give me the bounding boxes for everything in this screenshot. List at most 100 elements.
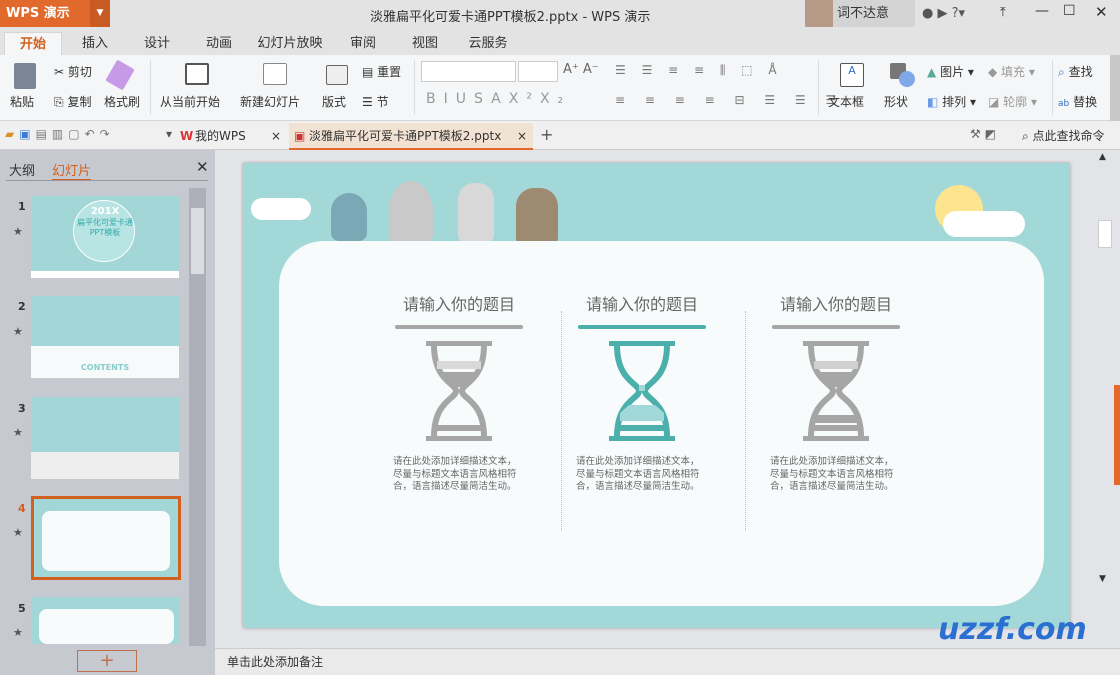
app-menu-button[interactable]: WPS 演示 ▼ <box>0 0 110 27</box>
picture-button[interactable]: ▲ 图片 ▾ <box>927 63 974 80</box>
hourglass-icon <box>609 340 675 442</box>
slide-thumbnail-1[interactable]: 201X 扁平化可爱卡通PPT模板 <box>31 196 179 278</box>
tab-slideshow[interactable]: 幻灯片放映 <box>250 32 330 55</box>
tab-slides[interactable]: 幻灯片 <box>52 160 92 181</box>
font-size-buttons[interactable]: A⁺ A⁻ <box>563 62 599 77</box>
tab-outline[interactable]: 大纲 <box>9 160 35 179</box>
close-panel-icon[interactable]: ✕ <box>196 158 209 176</box>
outline-button[interactable]: ◪ 轮廓 ▾ <box>988 93 1037 110</box>
toolbar-icons[interactable]: ⚒ ◩ <box>970 127 996 141</box>
slides-panel: 大纲 幻灯片 ✕ 1 ★ 201X 扁平化可爱卡通PPT模板 2 ★ CONTENT… <box>0 150 215 675</box>
command-search[interactable]: ⌕ 点此查找命令 <box>1022 127 1105 144</box>
ribbon-scroll-right[interactable] <box>1110 55 1120 121</box>
menu-tabs: 开始 插入 设计 动画 幻灯片放映 审阅 视图 云服务 <box>0 28 1120 55</box>
font-name-select[interactable] <box>421 61 516 82</box>
new-slide-icon[interactable] <box>263 63 287 85</box>
add-slide-button[interactable]: + <box>77 650 137 672</box>
watermark-logo: uzzf.com <box>938 612 1087 647</box>
doc-tab-mywps[interactable]: W 我的WPS × <box>175 123 287 150</box>
user-name[interactable]: 词不达意 <box>833 0 915 27</box>
slide-canvas[interactable]: 请输入你的题目 请在此处添加详细描述文本，尽量与标题文本语言风格相符合，语言描述… <box>243 163 1070 628</box>
tab-review[interactable]: 审阅 <box>338 32 388 55</box>
list-buttons[interactable]: ☰ ☰ ≡ ≡ ⫼ ⬚ Å <box>615 63 783 78</box>
close-tab-icon: × <box>516 129 527 143</box>
arrange-button[interactable]: ◧ 排列 ▾ <box>927 93 976 110</box>
column-title[interactable]: 请输入你的题目 <box>364 291 554 315</box>
section-button[interactable]: ☰ 节 <box>362 93 389 110</box>
circle-icon <box>899 71 915 87</box>
content-card: 请输入你的题目 请在此处添加详细描述文本，尽量与标题文本语言风格相符合，语言描述… <box>279 241 1044 606</box>
scissors-icon: ✂ <box>54 65 65 79</box>
scroll-thumb[interactable] <box>1098 220 1112 248</box>
customize-icon[interactable]: ▾ <box>166 127 172 141</box>
brush-icon[interactable] <box>105 59 135 91</box>
slide-thumbnail-4-selected[interactable] <box>31 496 181 580</box>
fill-button[interactable]: ◆ 填充 ▾ <box>988 63 1035 80</box>
layout-button[interactable]: 版式 <box>322 93 346 110</box>
minimize-button[interactable]: — <box>1035 3 1049 19</box>
close-tab-icon: × <box>270 129 281 143</box>
tab-design[interactable]: 设计 <box>132 32 182 55</box>
column-description[interactable]: 请在此处添加详细描述文本，尽量与标题文本语言风格相符合，语言描述尽量简洁生动。 <box>393 456 525 494</box>
ppt-file-icon: ▣ <box>294 129 306 143</box>
scroll-up-icon: ▲ <box>1099 152 1106 162</box>
column-title[interactable]: 请输入你的题目 <box>547 291 737 315</box>
slide-thumbnail-3[interactable] <box>31 397 179 479</box>
maximize-button[interactable]: ☐ <box>1063 3 1076 19</box>
cut-button[interactable]: ✂ 剪切 <box>54 63 92 80</box>
scroll-down-icon: ▼ <box>1099 574 1106 584</box>
slide-thumbnail-2[interactable]: CONTENTS <box>31 296 179 378</box>
textbox-icon[interactable]: A <box>840 63 864 87</box>
font-style-buttons[interactable]: BIUSAX²X₂ <box>426 91 571 107</box>
chevron-down-icon[interactable]: ▼ <box>90 0 110 27</box>
replace-button[interactable]: ab 替换 <box>1058 93 1097 110</box>
quick-access-toolbar[interactable]: ▰▣▤▥▢↶↷ <box>5 127 115 141</box>
tab-insert[interactable]: 插入 <box>70 32 120 55</box>
column-description[interactable]: 请在此处添加详细描述文本，尽量与标题文本语言风格相符合，语言描述尽量简洁生动。 <box>770 456 902 494</box>
tab-view[interactable]: 视图 <box>400 32 450 55</box>
title-underline <box>578 325 706 329</box>
reset-button[interactable]: ▤ 重置 <box>362 63 401 80</box>
from-current-button[interactable]: 从当前开始 <box>160 93 220 110</box>
paste-icon[interactable] <box>14 63 36 89</box>
format-painter-button[interactable]: 格式刷 <box>104 93 140 110</box>
tab-home[interactable]: 开始 <box>4 32 62 55</box>
title-underline <box>772 325 900 329</box>
column-3: 请输入你的题目 请在此处添加详细描述文本，尽量与标题文本语言风格相符合，语言描述… <box>741 241 931 494</box>
cloud-right <box>943 211 1025 237</box>
new-tab-button[interactable]: + <box>540 125 553 144</box>
title-bar: WPS 演示 ▼ 淡雅扁平化可爱卡通PPT模板2.pptx - WPS 演示 词不… <box>0 0 1120 28</box>
column-description[interactable]: 请在此处添加详细描述文本，尽量与标题文本语言风格相符合，语言描述尽量简洁生动。 <box>576 456 708 494</box>
vertical-scrollbar[interactable]: ▲ ▼ <box>1096 150 1114 630</box>
textbox-button[interactable]: 文本框 <box>828 93 864 110</box>
help-icons[interactable]: ● ▶ ?▾ <box>922 6 965 21</box>
hourglass-icon <box>803 340 869 442</box>
panel-scrollbar[interactable] <box>189 188 206 646</box>
close-button[interactable]: ✕ <box>1095 3 1108 21</box>
ribbon: 粘贴 ✂ 剪切 ⎘ 复制 格式刷 从当前开始 新建幻灯片 版式 ▤ 重置 ☰ 节… <box>0 55 1120 121</box>
slide-thumbnail-5[interactable] <box>31 597 179 644</box>
document-tab-bar: ▰▣▤▥▢↶↷ ▾ W 我的WPS × ▣ 淡雅扁平化可爱卡通PPT模板2.pptx ×… <box>0 121 1120 150</box>
font-size-select[interactable] <box>518 61 558 82</box>
doc-tab-current[interactable]: ▣ 淡雅扁平化可爱卡通PPT模板2.pptx × <box>289 123 533 150</box>
tab-animation[interactable]: 动画 <box>194 32 244 55</box>
picture-icon: ▲ <box>927 65 937 79</box>
deer-illustration <box>516 188 558 246</box>
layout-icon[interactable] <box>326 65 348 85</box>
owl-illustration <box>331 193 367 241</box>
upload-icon[interactable]: ⤒ <box>1000 5 1006 20</box>
paste-button[interactable]: 粘贴 <box>10 93 34 110</box>
tab-cloud[interactable]: 云服务 <box>458 32 518 55</box>
align-buttons[interactable]: ≡ ≡ ≡ ≡ ⊟ ☰ ☰ ☰ <box>615 93 844 107</box>
arrange-icon: ◧ <box>927 95 939 109</box>
find-button[interactable]: ⌕ 查找 <box>1058 63 1093 80</box>
column-title[interactable]: 请输入你的题目 <box>741 291 931 315</box>
copy-button[interactable]: ⎘ 复制 <box>54 93 91 110</box>
find-icon: ⌕ <box>1058 65 1065 79</box>
new-slide-button[interactable]: 新建幻灯片 <box>240 93 300 110</box>
column-2: 请输入你的题目 请在此处添加详细描述文本，尽量与标题文本语言风格相符合，语言描述… <box>547 241 737 494</box>
side-panel-toggle[interactable] <box>1114 385 1120 485</box>
shape-button[interactable]: 形状 <box>884 93 908 110</box>
play-from-current-icon[interactable] <box>185 63 209 85</box>
avatar[interactable] <box>805 0 833 27</box>
